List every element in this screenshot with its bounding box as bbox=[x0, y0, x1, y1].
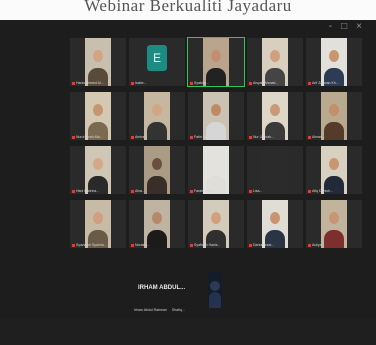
speaker-body bbox=[209, 292, 221, 308]
participant-name: Syabira... bbox=[190, 81, 209, 85]
participant-body bbox=[206, 68, 226, 86]
participant-head bbox=[329, 158, 339, 170]
participant-body bbox=[147, 230, 167, 248]
participant-video bbox=[203, 200, 229, 248]
participant-name: Nur Jannah... bbox=[249, 135, 274, 139]
participant-tile[interactable]: Nurul Izzah Ma... bbox=[70, 92, 126, 140]
participant-head bbox=[270, 104, 280, 116]
participant-head bbox=[329, 104, 339, 116]
participant-gallery: Hanis Ahmed Al... E Isabe... Syabira... Aisy… bbox=[0, 30, 376, 270]
page-top-strip: Webinar Berkualiti Jayadaru bbox=[0, 0, 376, 20]
participant-head bbox=[270, 50, 280, 62]
speaker-caption: Irham Abdul Rahman bbox=[134, 308, 167, 312]
participant-head bbox=[211, 50, 221, 62]
speaker-captions: Irham Abdul Rahman Shafiq... bbox=[134, 308, 185, 312]
participant-video bbox=[144, 200, 170, 248]
participant-name: Fatin Syahirah... bbox=[190, 135, 219, 139]
meeting-window: - □ × Hanis Ahmed Al... E Isabe... Syabira.… bbox=[0, 20, 376, 345]
participant-name: Noraini... bbox=[131, 243, 149, 247]
participant-tile[interactable]: Aisyah Ahmad... bbox=[247, 38, 303, 86]
active-speaker[interactable]: IRHAM ABDUL... Irham Abdul Rahman Shafiq… bbox=[130, 272, 246, 324]
participant-name: Farah Nadia... bbox=[190, 189, 216, 193]
participant-video bbox=[85, 200, 111, 248]
participant-name: Lisa... bbox=[249, 189, 262, 193]
participant-head bbox=[329, 50, 339, 62]
participant-tile[interactable]: Fatin Syahirah... bbox=[188, 92, 244, 140]
participant-head bbox=[329, 212, 339, 224]
speaker-name: IRHAM ABDUL... bbox=[138, 285, 186, 291]
speaker-caption: Shafiq... bbox=[171, 308, 185, 312]
participant-video bbox=[144, 92, 170, 140]
participant-video bbox=[321, 92, 347, 140]
participant-tile[interactable]: Farah Nadia... bbox=[188, 146, 244, 194]
participant-tile[interactable]: Danial Izzat... bbox=[247, 200, 303, 248]
participant-video bbox=[262, 146, 288, 194]
participant-name: Arif Zakwan Kh... bbox=[308, 81, 339, 85]
participant-head bbox=[93, 158, 103, 170]
participant-video bbox=[321, 146, 347, 194]
participant-body bbox=[324, 122, 344, 140]
participant-tile[interactable]: Afiq Danish... bbox=[306, 146, 362, 194]
participant-name: Hanis Ahmed Al... bbox=[72, 81, 104, 85]
participant-head bbox=[211, 212, 221, 224]
participant-name: Isabe... bbox=[131, 81, 146, 85]
participant-body bbox=[324, 230, 344, 248]
participant-name: Syazwani Syahira... bbox=[72, 243, 107, 247]
participant-body bbox=[147, 176, 167, 194]
participant-head bbox=[270, 212, 280, 224]
participant-head bbox=[270, 158, 280, 170]
participant-tile[interactable]: Syafiqah Hanis... bbox=[188, 200, 244, 248]
participant-video bbox=[203, 146, 229, 194]
speaker-video bbox=[208, 272, 222, 308]
participant-name: Aina... bbox=[131, 189, 145, 193]
participant-tile[interactable]: Hani Sabrina... bbox=[70, 146, 126, 194]
participant-tile[interactable]: Syazwani Syahira... bbox=[70, 200, 126, 248]
participant-video bbox=[203, 92, 229, 140]
participant-body bbox=[147, 122, 167, 140]
participant-name: Nurul Izzah Ma... bbox=[72, 135, 102, 139]
participant-tile[interactable]: Lisa... bbox=[247, 146, 303, 194]
participant-head bbox=[211, 104, 221, 116]
participant-tile[interactable]: Aiman... bbox=[306, 92, 362, 140]
participant-name: Afiq Danish... bbox=[308, 189, 333, 193]
participant-body bbox=[265, 176, 285, 194]
participant-tile[interactable]: Noraini... bbox=[129, 200, 185, 248]
participant-head bbox=[152, 158, 162, 170]
participant-name: Aiman... bbox=[308, 135, 325, 139]
participant-name: Syafiqah Hanis... bbox=[190, 243, 220, 247]
participant-name: Hani Sabrina... bbox=[72, 189, 99, 193]
participant-name: Aisyah Ahmad... bbox=[249, 81, 278, 85]
participant-video bbox=[321, 200, 347, 248]
participant-tile[interactable]: Amira... bbox=[129, 92, 185, 140]
participant-head bbox=[152, 104, 162, 116]
participant-video bbox=[262, 200, 288, 248]
participant-name: Auliya... bbox=[308, 243, 324, 247]
participant-tile[interactable]: Aina... bbox=[129, 146, 185, 194]
participant-video bbox=[85, 146, 111, 194]
participant-head bbox=[93, 212, 103, 224]
speaker-head bbox=[210, 281, 220, 291]
participant-tile[interactable]: Hanis Ahmed Al... bbox=[70, 38, 126, 86]
bottom-bar bbox=[0, 318, 376, 345]
participant-video bbox=[321, 38, 347, 86]
participant-tile[interactable]: Syabira... bbox=[187, 37, 245, 87]
participant-video bbox=[85, 92, 111, 140]
participant-tile[interactable]: Arif Zakwan Kh... bbox=[306, 38, 362, 86]
participant-head bbox=[152, 212, 162, 224]
participant-avatar: E bbox=[147, 45, 167, 71]
participant-video bbox=[85, 38, 111, 86]
participant-tile[interactable]: Nur Jannah... bbox=[247, 92, 303, 140]
participant-video bbox=[144, 146, 170, 194]
participant-head bbox=[211, 158, 221, 170]
participant-video bbox=[262, 38, 288, 86]
participant-head bbox=[93, 104, 103, 116]
participant-name: Amira... bbox=[131, 135, 147, 139]
participant-video bbox=[262, 92, 288, 140]
participant-tile[interactable]: E Isabe... bbox=[129, 38, 185, 86]
participant-name: Danial Izzat... bbox=[249, 243, 274, 247]
participant-head bbox=[93, 50, 103, 62]
participant-video bbox=[203, 38, 229, 86]
participant-tile[interactable]: Auliya... bbox=[306, 200, 362, 248]
page-top-text: Webinar Berkualiti Jayadaru bbox=[84, 0, 292, 15]
